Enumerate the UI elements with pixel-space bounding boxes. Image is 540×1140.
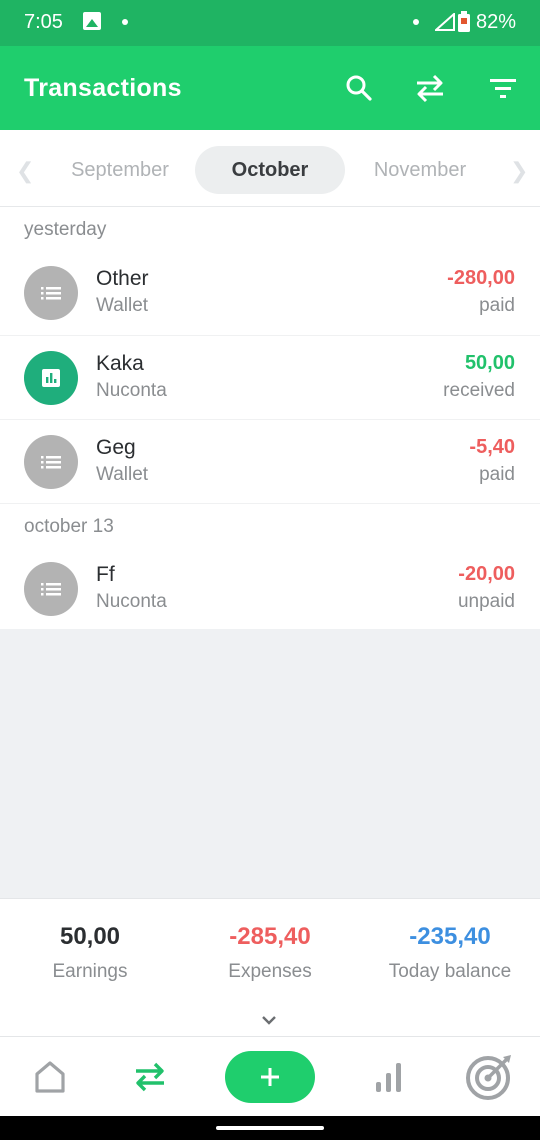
transaction-status: paid (479, 295, 515, 316)
transaction-row[interactable]: Other Wallet -280,00 paid (0, 251, 540, 335)
transaction-status: unpaid (457, 591, 515, 612)
expenses-label: Expenses (228, 961, 312, 982)
category-avatar (24, 266, 78, 320)
filter-button[interactable] (485, 70, 521, 106)
search-button[interactable] (341, 70, 377, 106)
battery-percent: 82% (475, 11, 516, 33)
page-title: Transactions (24, 74, 182, 102)
chevron-right-icon[interactable]: ❯ (510, 158, 528, 184)
goals-icon (466, 1055, 511, 1100)
list-icon (41, 287, 61, 300)
expenses-value: -285,40 (229, 923, 311, 950)
transactions-icon (136, 1062, 164, 1092)
transaction-name: Geg (96, 436, 136, 459)
chart-icon (376, 1063, 401, 1092)
transaction-account: Wallet (96, 464, 149, 485)
transaction-amount: -280,00 (447, 267, 515, 289)
balance-summary: -235,40 Today balance (360, 923, 540, 983)
earnings-summary: 50,00 Earnings (0, 923, 180, 983)
add-transaction-button[interactable] (225, 1051, 315, 1103)
list-icon (41, 583, 61, 596)
transaction-amount: -5,40 (469, 436, 515, 458)
chevron-left-icon[interactable]: ❮ (16, 158, 34, 184)
status-bar: 7:05 82% (0, 0, 540, 46)
date-header: october 13 (0, 503, 540, 547)
category-avatar (24, 351, 78, 405)
transaction-account: Nuconta (96, 591, 167, 612)
transaction-account: Wallet (96, 295, 149, 316)
balance-value: -235,40 (409, 923, 491, 950)
search-icon (346, 75, 372, 101)
month-selector: ❮ September October November ❯ (0, 130, 540, 207)
transaction-name: Kaka (96, 352, 144, 375)
swap-icon (417, 74, 443, 103)
transaction-row[interactable]: Kaka Nuconta 50,00 received (0, 335, 540, 419)
list-icon (41, 456, 61, 469)
transaction-amount: 50,00 (464, 352, 515, 374)
summary-panel: 50,00 Earnings -285,40 Expenses -235,40 … (0, 898, 540, 1036)
bottom-nav (0, 1036, 540, 1116)
transaction-row[interactable]: Ff Nuconta -20,00 unpaid (0, 547, 540, 629)
status-time: 7:05 (24, 11, 63, 33)
transaction-name: Ff (96, 563, 115, 586)
earnings-label: Earnings (52, 961, 128, 982)
transaction-name: Other (96, 267, 149, 290)
transaction-row[interactable]: Geg Wallet -5,40 paid (0, 419, 540, 503)
notification-dot-icon (413, 19, 419, 25)
category-avatar (24, 562, 78, 616)
month-current[interactable]: October (195, 146, 345, 194)
expenses-summary: -285,40 Expenses (180, 923, 360, 983)
gesture-handle[interactable] (216, 1126, 324, 1130)
chevron-down-icon[interactable] (259, 1013, 279, 1027)
image-notification-icon (83, 12, 101, 30)
report-icon (42, 369, 60, 387)
filter-icon (490, 79, 516, 98)
month-next[interactable]: November (345, 146, 495, 194)
add-icon (261, 1068, 279, 1086)
system-nav-bar (0, 1116, 540, 1140)
swap-button[interactable] (412, 70, 448, 106)
battery-icon (458, 11, 470, 32)
earnings-value: 50,00 (59, 923, 121, 950)
signal-icon (435, 13, 455, 31)
date-header: yesterday (24, 219, 107, 240)
transaction-status: paid (479, 464, 515, 485)
nav-reports[interactable] (361, 1051, 417, 1103)
app-bar: Transactions (0, 46, 540, 130)
notification-dot-icon (122, 19, 128, 25)
transaction-list: yesterday Other Wallet -280,00 paid Kaka… (0, 207, 540, 629)
home-icon (35, 1061, 65, 1093)
transaction-status: received (443, 380, 515, 401)
transaction-account: Nuconta (96, 380, 167, 401)
category-avatar (24, 435, 78, 489)
month-prev[interactable]: September (45, 146, 195, 194)
nav-home[interactable] (22, 1051, 78, 1103)
nav-transactions[interactable] (122, 1051, 178, 1103)
transaction-amount: -20,00 (458, 563, 515, 585)
balance-label: Today balance (388, 961, 512, 982)
nav-goals[interactable] (462, 1051, 518, 1103)
